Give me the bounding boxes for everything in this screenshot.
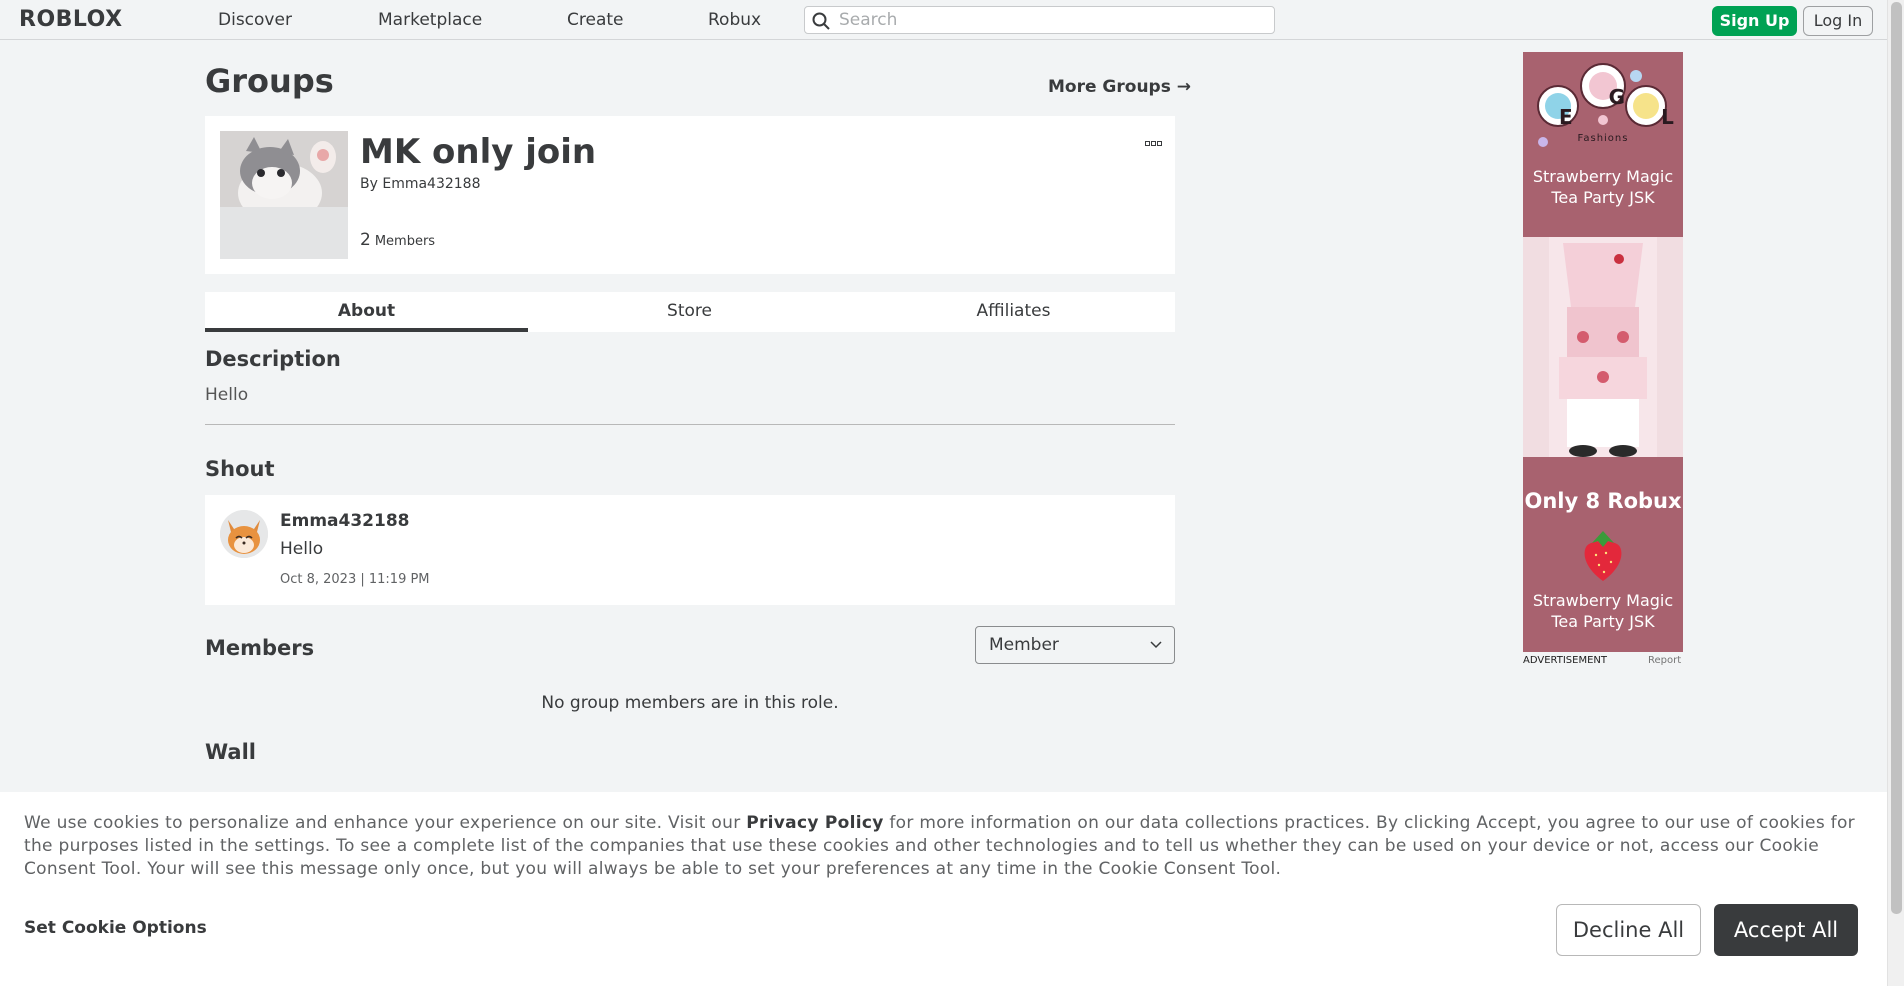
fox-avatar-icon xyxy=(220,510,268,558)
role-dropdown-value: Member xyxy=(989,635,1059,655)
shout-username[interactable]: Emma432188 xyxy=(280,511,409,531)
accept-all-button[interactable]: Accept All xyxy=(1714,904,1858,956)
ad-line-4: Tea Party JSK xyxy=(1551,612,1655,631)
cookie-text: We use cookies to personalize and enhanc… xyxy=(24,813,1855,879)
nav-marketplace[interactable]: Marketplace xyxy=(378,10,482,30)
kitten-image xyxy=(220,131,348,259)
report-ad-link[interactable]: Report xyxy=(1648,655,1681,666)
shout-body: Hello xyxy=(280,539,324,559)
chevron-down-icon xyxy=(1150,641,1162,649)
sign-up-button[interactable]: Sign Up xyxy=(1712,6,1797,36)
cookie-banner: We use cookies to personalize and enhanc… xyxy=(0,792,1887,986)
log-in-button[interactable]: Log In xyxy=(1803,6,1873,36)
ad-price: Only 8 Robux xyxy=(1524,489,1682,513)
group-tabs: About Store Affiliates xyxy=(205,292,1175,332)
nav-robux[interactable]: Robux xyxy=(708,10,761,30)
advertisement-banner[interactable]: EGL Fashions Strawberry Magic Tea Party … xyxy=(1523,52,1683,652)
empty-members-message: No group members are in this role. xyxy=(541,693,839,713)
more-groups-link[interactable]: More Groups → xyxy=(1048,77,1191,97)
section-divider xyxy=(205,424,1175,425)
ad-line-3: Strawberry Magic xyxy=(1532,591,1674,610)
shout-heading: Shout xyxy=(205,457,275,481)
ad-dress-image xyxy=(1523,237,1683,457)
search-icon xyxy=(812,12,830,30)
privacy-policy-link[interactable]: Privacy Policy xyxy=(746,813,883,833)
owner-prefix: By xyxy=(360,176,378,192)
strawberry-icon xyxy=(1584,531,1622,581)
nav-discover[interactable]: Discover xyxy=(218,10,292,30)
set-cookie-options-link[interactable]: Set Cookie Options xyxy=(24,918,207,938)
ad-line-2: Tea Party JSK xyxy=(1551,188,1655,207)
wall-heading: Wall xyxy=(205,740,256,764)
page-title: Groups xyxy=(205,62,334,100)
group-owner: By Emma432188 xyxy=(360,176,481,192)
page-scrollbar[interactable] xyxy=(1887,0,1904,986)
ad-brand: EGL xyxy=(1559,85,1674,129)
member-count-label: Members xyxy=(374,234,436,249)
search-box xyxy=(804,6,1275,34)
advertisement-label: ADVERTISEMENT xyxy=(1523,655,1608,666)
tab-about[interactable]: About xyxy=(205,292,528,332)
search-input[interactable] xyxy=(839,10,1259,30)
member-count: 2 Members xyxy=(360,230,435,250)
top-nav: ROBLOX Discover Marketplace Create Robux… xyxy=(0,0,1887,40)
members-heading: Members xyxy=(205,636,315,660)
tab-store[interactable]: Store xyxy=(528,292,851,332)
owner-link[interactable]: Emma432188 xyxy=(382,176,480,192)
role-dropdown[interactable]: Member xyxy=(975,626,1175,664)
shout-card: Emma432188 Hello Oct 8, 2023 | 11:19 PM xyxy=(205,495,1175,605)
nav-create[interactable]: Create xyxy=(567,10,624,30)
ad-brand-sub: Fashions xyxy=(1577,133,1629,144)
more-options-icon[interactable] xyxy=(1145,132,1163,151)
roblox-logo[interactable]: ROBLOX xyxy=(19,7,123,32)
shout-avatar[interactable] xyxy=(220,510,268,558)
group-header-card: MK only join By Emma432188 2 Members xyxy=(205,116,1175,274)
scroll-thumb[interactable] xyxy=(1891,2,1902,914)
group-name: MK only join xyxy=(360,132,597,172)
member-count-value: 2 xyxy=(360,230,371,250)
description-heading: Description xyxy=(205,347,341,371)
tab-affiliates[interactable]: Affiliates xyxy=(852,292,1175,332)
group-emblem xyxy=(220,131,348,259)
decline-all-button[interactable]: Decline All xyxy=(1556,904,1701,956)
description-text: Hello xyxy=(205,385,249,405)
ad-line-1: Strawberry Magic xyxy=(1532,167,1674,186)
shout-date: Oct 8, 2023 | 11:19 PM xyxy=(280,572,430,587)
